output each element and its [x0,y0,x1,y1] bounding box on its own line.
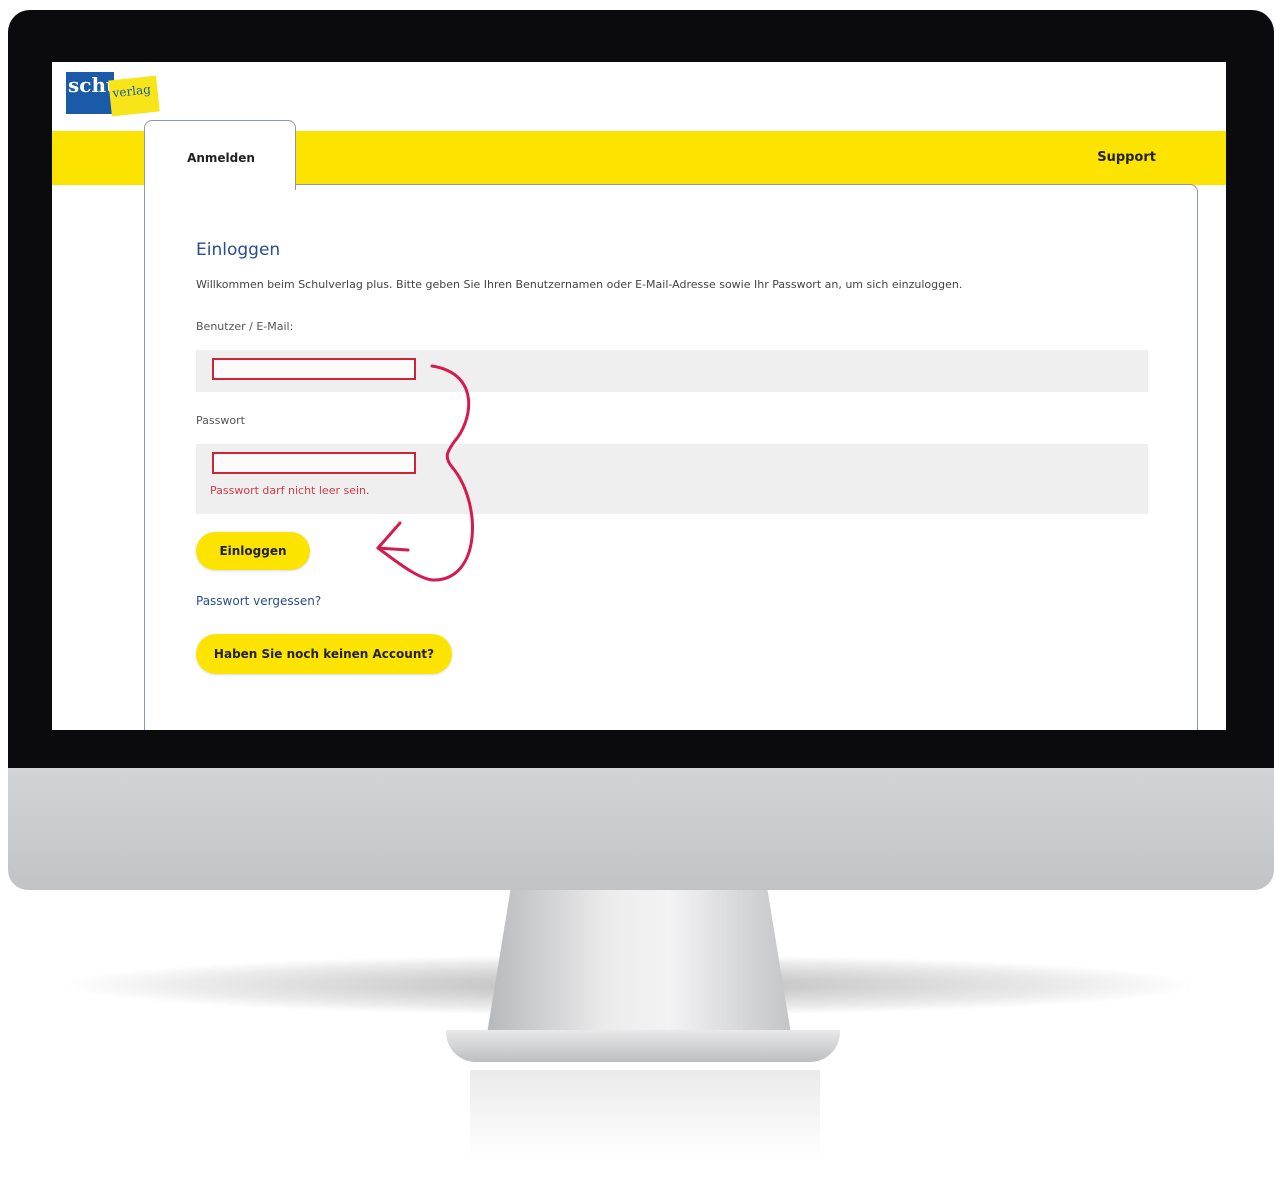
monitor-base [446,1030,840,1062]
schulverlag-logo[interactable]: schul verlag [66,72,166,117]
logo-verlag-text: verlag [108,75,160,117]
forgot-password-link[interactable]: Passwort vergessen? [196,594,321,608]
monitor-chin [8,768,1274,890]
intro-text: Willkommen beim Schulverlag plus. Bitte … [196,278,963,291]
password-input[interactable] [212,452,416,474]
password-error: Passwort darf nicht leer sein. [210,484,370,497]
user-label: Benutzer / E-Mail: [196,320,294,333]
password-field-area: Passwort darf nicht leer sein. [196,444,1148,514]
page-title: Einloggen [196,240,281,260]
monitor-reflection [470,1070,820,1160]
register-button[interactable]: Haben Sie noch keinen Account? [196,634,452,674]
monitor-stand [486,890,792,1040]
user-input[interactable] [212,358,416,380]
password-label: Passwort [196,414,245,427]
user-field-area [196,350,1148,392]
login-button[interactable]: Einloggen [196,532,310,570]
nav-support-link[interactable]: Support [1097,150,1156,165]
tab-anmelden[interactable]: Anmelden [144,120,296,190]
screen: schul verlag Support Anmelden Einloggen … [52,62,1226,730]
logo-schul-text: schul [66,72,128,114]
tab-anmelden-label: Anmelden [187,151,255,165]
